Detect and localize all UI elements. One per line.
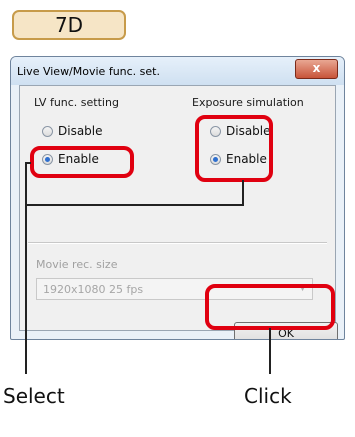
lv-enable-highlight (30, 146, 134, 178)
close-icon: x (312, 61, 321, 75)
select-connector-riser (242, 180, 244, 206)
ok-highlight (205, 284, 335, 330)
lv-func-label: LV func. setting (34, 96, 119, 109)
exposure-sim-label: Exposure simulation (192, 96, 304, 109)
movie-rec-size-label: Movie rec. size (36, 258, 118, 271)
title-bar: Live View/Movie func. set. x (11, 57, 344, 85)
separator (28, 242, 327, 244)
select-connector-line (25, 162, 27, 374)
lv-disable-label[interactable]: Disable (58, 124, 103, 138)
select-callout: Select (3, 384, 65, 408)
dialog-title: Live View/Movie func. set. (17, 65, 160, 78)
select-connector-horizontal (25, 204, 244, 206)
lv-disable-radio[interactable] (42, 126, 53, 137)
exposure-highlight (195, 115, 273, 182)
model-badge: 7D (12, 10, 126, 40)
close-button[interactable]: x (295, 59, 338, 79)
movie-rec-size-value: 1920x1080 25 fps (43, 283, 144, 296)
click-callout: Click (244, 384, 292, 408)
click-connector-line (269, 328, 271, 374)
